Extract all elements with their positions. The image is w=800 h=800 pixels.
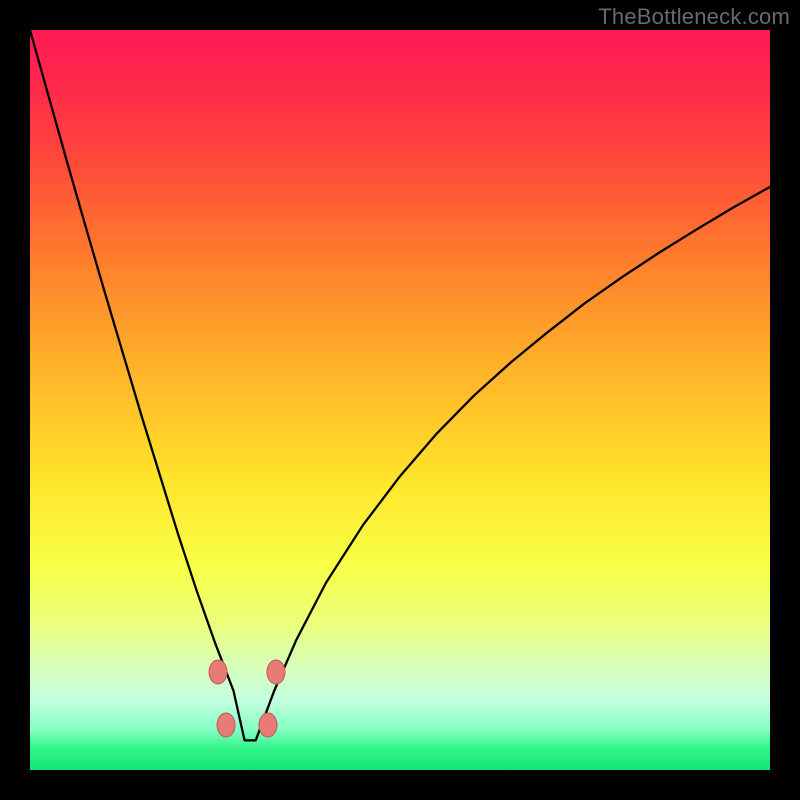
plot-area <box>30 30 770 770</box>
curve-marker <box>259 713 277 737</box>
curve-markers <box>209 660 285 737</box>
bottleneck-curve <box>30 30 770 740</box>
curve-marker <box>209 660 227 684</box>
curve-marker <box>217 713 235 737</box>
chart-frame: TheBottleneck.com <box>0 0 800 800</box>
curve-marker <box>267 660 285 684</box>
watermark-text: TheBottleneck.com <box>598 4 790 30</box>
curve-layer <box>30 30 770 770</box>
